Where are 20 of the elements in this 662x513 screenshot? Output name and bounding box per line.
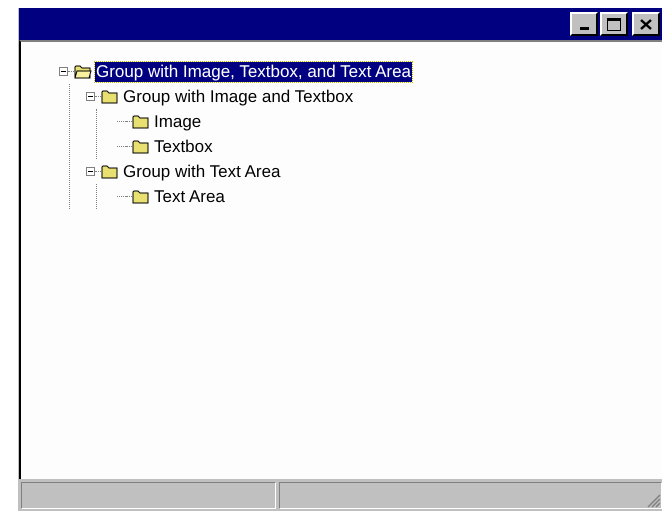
minimize-button[interactable]: [570, 12, 598, 36]
folder-icon: [132, 139, 150, 154]
folder-icon: [101, 164, 119, 179]
collapse-box-icon[interactable]: [86, 92, 95, 101]
tree-item[interactable]: Image: [153, 112, 202, 132]
tree-item[interactable]: Text Area: [153, 186, 226, 206]
close-icon: [640, 18, 652, 30]
folder-icon: [101, 89, 119, 104]
tree-item[interactable]: Textbox: [153, 136, 214, 156]
close-button[interactable]: [632, 12, 660, 36]
open-folder-icon: [74, 64, 92, 79]
collapse-box-icon[interactable]: [59, 67, 68, 76]
collapse-box-icon[interactable]: [86, 167, 95, 176]
tree-item[interactable]: Group with Image and Textbox: [122, 86, 354, 106]
folder-icon: [132, 114, 150, 129]
maximize-button[interactable]: [600, 12, 628, 36]
folder-icon: [132, 189, 150, 204]
tree-item[interactable]: Group with Image, Textbox, and Text Area: [95, 62, 412, 82]
resize-grip-icon[interactable]: [645, 492, 661, 508]
tree-item[interactable]: Group with Text Area: [122, 162, 282, 182]
